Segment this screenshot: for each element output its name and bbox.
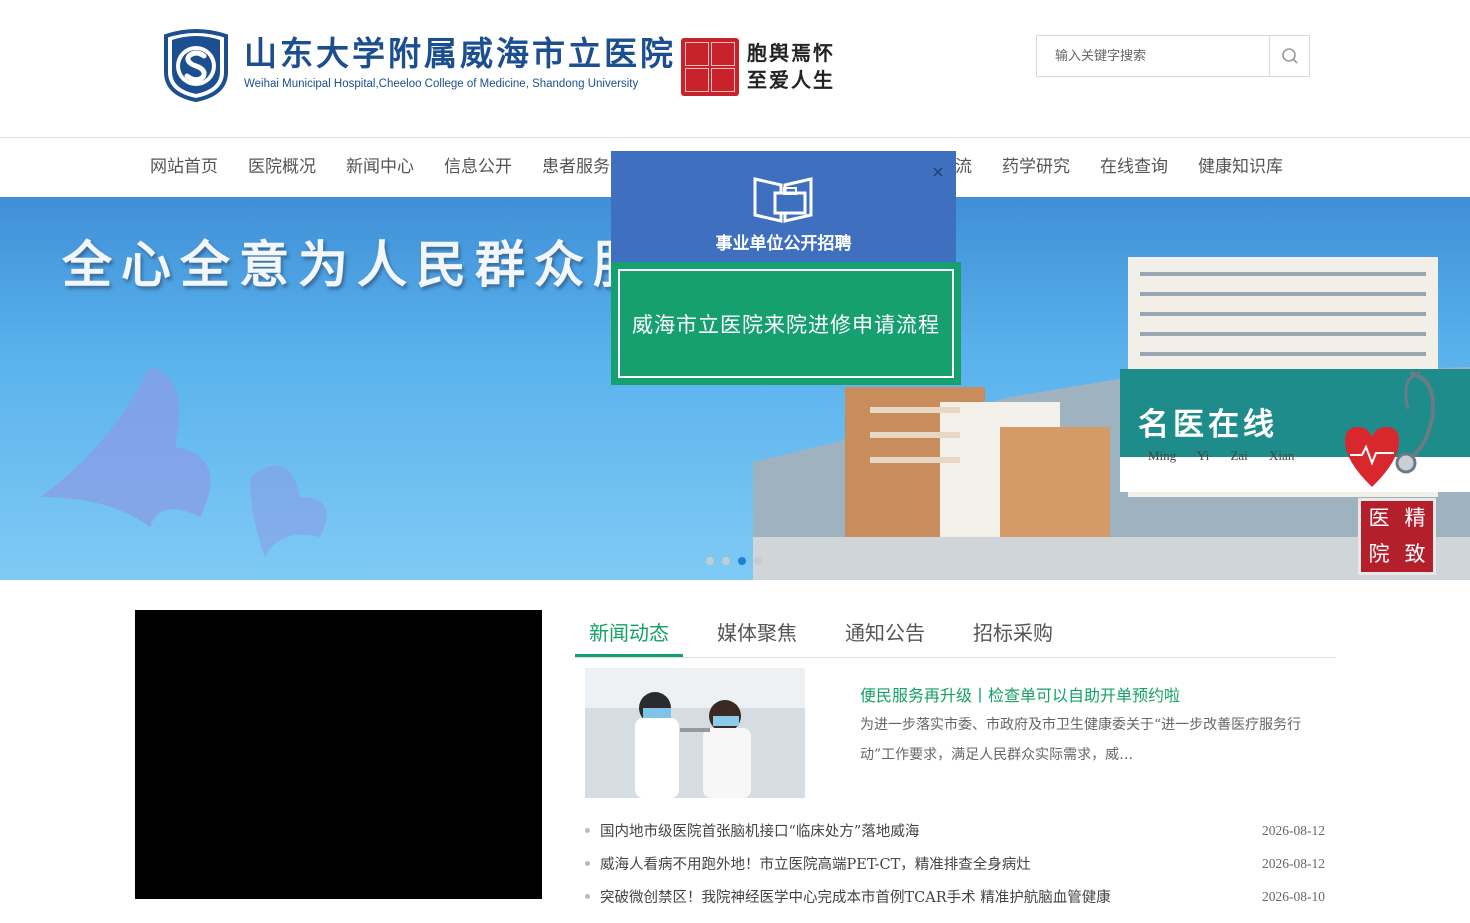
training-label: 威海市立医院来院进修申请流程 xyxy=(618,269,954,378)
featured-news-image[interactable] xyxy=(585,668,805,798)
mingyi-online-float[interactable]: 名医在线 Ming Yi Zai Xian xyxy=(1120,369,1470,492)
bullet-icon xyxy=(585,861,590,866)
carousel-dot-active[interactable] xyxy=(738,557,746,565)
nav-item-overview[interactable]: 医院概况 xyxy=(233,139,331,197)
news-item-title[interactable]: 威海人看病不用跑外地！市立医院高端PET-CT，精准排查全身病灶 xyxy=(600,853,1245,874)
news-item-date: 2026-08-12 xyxy=(1262,855,1325,871)
stamp-char: 精 xyxy=(1404,506,1426,531)
hospital-seal-icon xyxy=(164,29,228,102)
carousel-dot[interactable] xyxy=(706,557,714,565)
carousel-dot[interactable] xyxy=(754,557,762,565)
tab-bidding[interactable]: 招标采购 xyxy=(959,610,1067,657)
motto-line1: 胞舆焉怀 xyxy=(747,41,835,65)
video-player[interactable] xyxy=(135,610,542,899)
bullet-icon xyxy=(585,894,590,899)
tab-notices[interactable]: 通知公告 xyxy=(831,610,939,657)
news-tabs: 新闻动态 媒体聚焦 通知公告 招标采购 xyxy=(575,610,1336,658)
news-item-date: 2026-08-12 xyxy=(1262,822,1325,838)
search-icon xyxy=(1281,48,1298,64)
featured-news-desc: 为进一步落实市委、市政府及市卫生健康委关于“进一步改善医疗服务行动”工作要求，满… xyxy=(860,717,1302,763)
nav-item-health-knowledge[interactable]: 健康知识库 xyxy=(1183,139,1298,197)
news-panel: 新闻动态 媒体聚焦 通知公告 招标采购 便民服务再升级丨检查单可以自助开单预约啦… xyxy=(575,610,1336,906)
hospital-name-cn: 山东大学附属威海市立医院 xyxy=(244,34,676,73)
mingyi-subtitle: Ming Yi Zai Xian xyxy=(1148,448,1295,463)
nav-item-pharmacy[interactable]: 药学研究 xyxy=(987,139,1085,197)
nav-item-home[interactable]: 网站首页 xyxy=(135,139,233,197)
stamp-char: 院 xyxy=(1368,541,1390,566)
list-item[interactable]: 威海人看病不用跑外地！市立医院高端PET-CT，精准排查全身病灶 2026-08… xyxy=(585,847,1325,880)
training-link[interactable]: 威海市立医院来院进修申请流程 xyxy=(611,262,961,385)
briefcase-book-icon xyxy=(753,177,813,223)
featured-news[interactable]: 便民服务再升级丨检查单可以自助开单预约啦 为进一步落实市委、市政府及市卫生健康委… xyxy=(585,668,1325,798)
recruit-label: 事业单位公开招聘 xyxy=(715,234,852,254)
recruit-link[interactable]: × 事业单位公开招聘 xyxy=(611,151,956,262)
stethoscope-heart-icon xyxy=(1345,371,1435,487)
featured-news-title[interactable]: 便民服务再升级丨检查单可以自助开单预约啦 xyxy=(860,682,1180,706)
tab-news-updates[interactable]: 新闻动态 xyxy=(575,610,683,657)
hospital-motto: 胞舆焉怀 至爱人生 xyxy=(681,38,835,96)
news-list: 国内地市级医院首张脑机接口“临床处方”落地威海 2026-08-12 威海人看病… xyxy=(585,814,1325,913)
nav-item-disclosure[interactable]: 信息公开 xyxy=(429,139,527,197)
list-item[interactable]: 突破微创禁区！我院神经医学中心完成本市首例TCAR手术 精准护航脑血管健康 20… xyxy=(585,880,1325,913)
search-button[interactable] xyxy=(1269,36,1309,76)
stamp-char: 致 xyxy=(1404,541,1426,566)
search-box xyxy=(1036,35,1310,77)
motto-line2: 至爱人生 xyxy=(747,68,835,92)
nav-item-news[interactable]: 新闻中心 xyxy=(331,139,429,197)
motto-stamp-icon xyxy=(681,38,739,96)
news-item-title[interactable]: 突破微创禁区！我院神经医学中心完成本市首例TCAR手术 精准护航脑血管健康 xyxy=(600,886,1245,907)
nav-item-online-query[interactable]: 在线查询 xyxy=(1085,139,1183,197)
tab-media-focus[interactable]: 媒体聚焦 xyxy=(703,610,811,657)
news-item-title[interactable]: 国内地市级医院首张脑机接口“临床处方”落地威海 xyxy=(600,820,1245,841)
mingyi-title: 名医在线 xyxy=(1138,407,1278,443)
carousel-dots xyxy=(706,557,762,565)
news-item-date: 2026-08-10 xyxy=(1262,888,1325,904)
bullet-icon xyxy=(585,828,590,833)
banner-stamp: 医 精 院 致 xyxy=(1358,498,1436,575)
floating-popup: × 事业单位公开招聘 威海市立医院来院进修申请流程 xyxy=(611,151,961,385)
hospital-name-en: Weihai Municipal Hospital,Cheeloo Colleg… xyxy=(244,78,639,90)
stamp-char: 医 xyxy=(1368,506,1390,531)
hospital-logo[interactable]: 山东大学附属威海市立医院 Weihai Municipal Hospital,C… xyxy=(160,28,676,102)
popup-close-icon[interactable]: × xyxy=(929,163,947,181)
search-input[interactable] xyxy=(1037,36,1270,76)
carousel-dot[interactable] xyxy=(722,557,730,565)
site-header: 山东大学附属威海市立医院 Weihai Municipal Hospital,C… xyxy=(0,0,1470,138)
list-item[interactable]: 国内地市级医院首张脑机接口“临床处方”落地威海 2026-08-12 xyxy=(585,814,1325,847)
